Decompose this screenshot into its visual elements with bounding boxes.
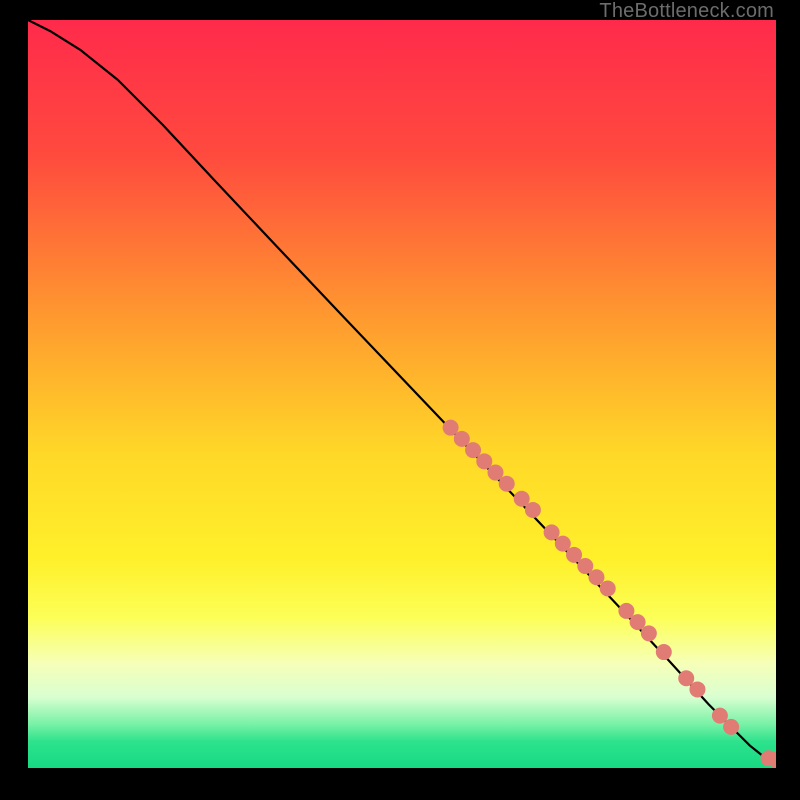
scatter-point	[641, 625, 657, 641]
scatter-point	[723, 719, 739, 735]
chart-svg	[28, 20, 776, 768]
chart-frame	[28, 20, 776, 768]
scatter-point	[600, 580, 616, 596]
scatter-point	[499, 476, 515, 492]
scatter-point	[656, 644, 672, 660]
scatter-point	[689, 681, 705, 697]
scatter-point	[525, 502, 541, 518]
